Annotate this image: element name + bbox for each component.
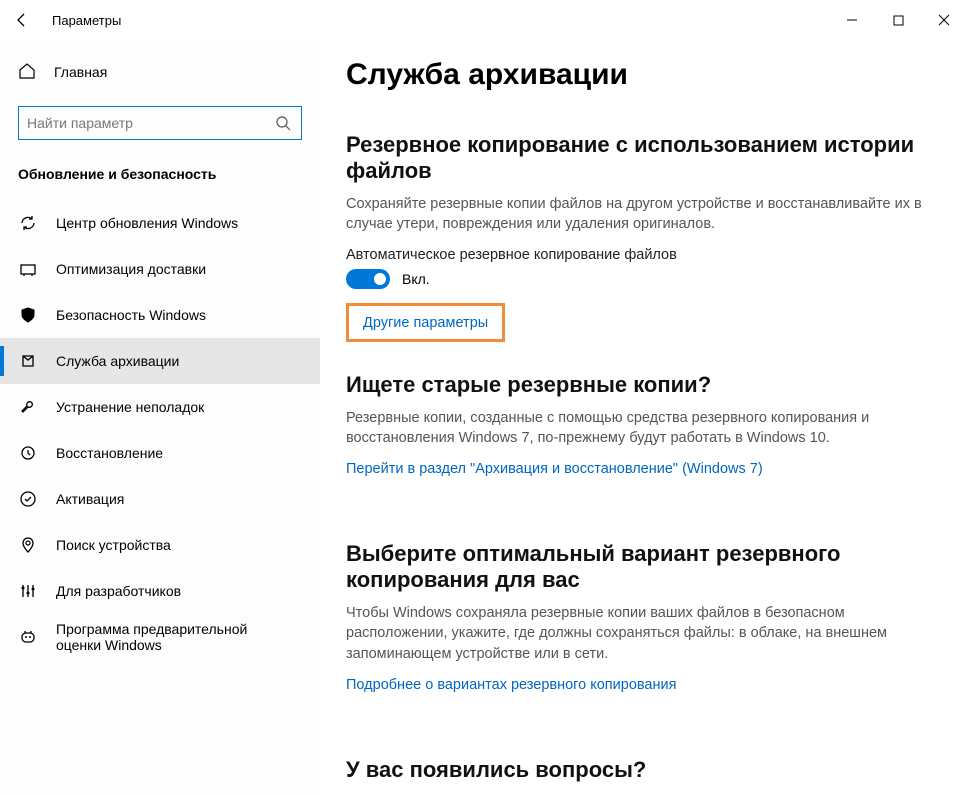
section-body: Сохраняйте резервные копии файлов на дру… [346,194,926,235]
wrench-icon [18,397,38,417]
sidebar-item-label: Программа предварительной оценки Windows [56,621,286,653]
arrow-left-icon [14,12,30,28]
sidebar-item-label: Поиск устройства [56,537,171,553]
sidebar-item-label: Служба архивации [56,353,179,369]
section-header: Обновление и безопасность [0,154,320,200]
close-button[interactable] [921,0,967,40]
insider-icon [18,627,38,647]
shield-icon [18,305,38,325]
content: Главная Обновление и безопасность Центр … [0,40,967,795]
sidebar-item-insider[interactable]: Программа предварительной оценки Windows [0,614,320,660]
sidebar-item-label: Восстановление [56,445,163,461]
sidebar-item-activation[interactable]: Активация [0,476,320,522]
backup-options-link[interactable]: Подробнее о вариантах резервного копиров… [346,677,676,693]
sidebar-item-label: Устранение неполадок [56,399,204,415]
sidebar-item-find-device[interactable]: Поиск устройства [0,522,320,568]
window-controls [829,0,967,40]
section-heading: Резервное копирование с использованием и… [346,132,937,184]
sidebar-item-label: Оптимизация доставки [56,261,206,277]
backup-icon [18,351,38,371]
sidebar-item-delivery-optimization[interactable]: Оптимизация доставки [0,246,320,292]
sidebar-item-label: Безопасность Windows [56,307,206,323]
sidebar-item-label: Активация [56,491,124,507]
toggle-row: Вкл. [346,269,937,289]
sidebar-item-security[interactable]: Безопасность Windows [0,292,320,338]
window-title: Параметры [44,13,829,28]
home-icon [18,62,36,83]
sidebar: Главная Обновление и безопасность Центр … [0,40,320,795]
section-body: Резервные копии, созданные с помощью сре… [346,408,926,449]
location-icon [18,535,38,555]
search-box[interactable] [18,106,302,140]
titlebar: Параметры [0,0,967,40]
sidebar-item-label: Для разработчиков [56,583,181,599]
toggle-state: Вкл. [402,271,430,287]
main-panel: Служба архивации Резервное копирование с… [320,40,967,795]
home-label: Главная [54,64,107,80]
sidebar-item-developers[interactable]: Для разработчиков [0,568,320,614]
search-icon [273,113,293,133]
section-heading: Выберите оптимальный вариант резервного … [346,541,937,593]
highlight-box: Другие параметры [346,303,505,342]
maximize-button[interactable] [875,0,921,40]
section-heading: Ищете старые резервные копии? [346,372,937,398]
close-icon [938,14,950,26]
sidebar-item-recovery[interactable]: Восстановление [0,430,320,476]
section-body: Чтобы Windows сохраняла резервные копии … [346,603,926,664]
search-input[interactable] [27,115,273,131]
sync-icon [18,213,38,233]
home-button[interactable]: Главная [0,52,320,92]
toggle-label: Автоматическое резервное копирование фай… [346,247,937,263]
delivery-icon [18,259,38,279]
section-heading: У вас появились вопросы? [346,757,937,783]
sidebar-item-label: Центр обновления Windows [56,215,238,231]
minimize-icon [846,14,858,26]
more-options-link[interactable]: Другие параметры [363,315,488,331]
sidebar-item-troubleshoot[interactable]: Устранение неполадок [0,384,320,430]
page-title: Служба архивации [346,58,937,92]
check-circle-icon [18,489,38,509]
sidebar-item-backup[interactable]: Служба архивации [0,338,320,384]
back-button[interactable] [0,0,44,40]
sliders-icon [18,581,38,601]
sidebar-item-windows-update[interactable]: Центр обновления Windows [0,200,320,246]
minimize-button[interactable] [829,0,875,40]
win7-backup-link[interactable]: Перейти в раздел "Архивация и восстановл… [346,461,763,477]
auto-backup-toggle[interactable] [346,269,390,289]
recovery-icon [18,443,38,463]
maximize-icon [893,15,904,26]
